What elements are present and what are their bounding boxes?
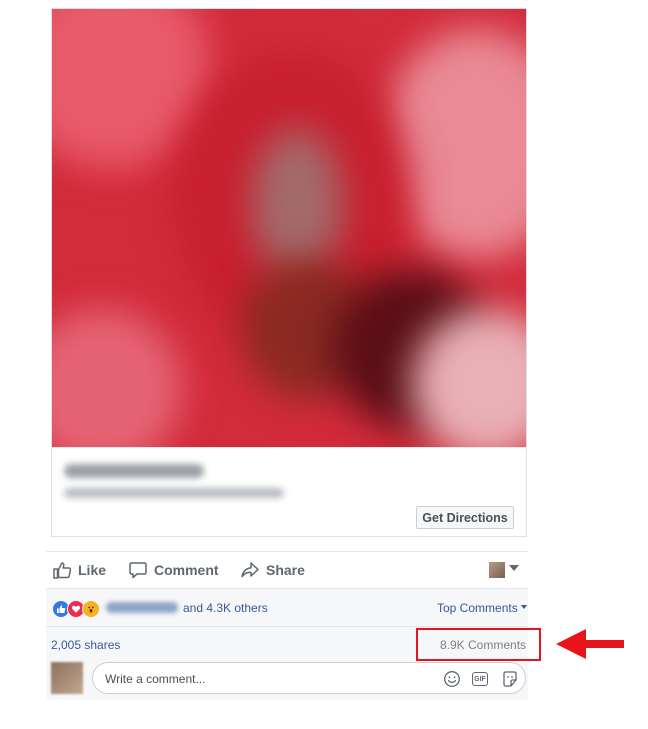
get-directions-button[interactable]: Get Directions [416, 506, 514, 529]
red-arrow-icon [556, 629, 624, 659]
caret-down-icon [520, 605, 527, 609]
comment-input[interactable] [103, 669, 427, 689]
blurred-link-title [64, 464, 204, 478]
shares-count-link[interactable]: 2,005 shares [51, 638, 120, 652]
link-card-footer: Get Directions [52, 447, 526, 537]
thumbs-up-icon [53, 562, 72, 579]
share-label: Share [266, 562, 305, 578]
comments-highlight-box [416, 628, 541, 661]
like-label: Like [78, 562, 107, 578]
link-preview-card[interactable]: Get Directions [51, 8, 527, 537]
like-button[interactable]: Like [52, 560, 106, 580]
share-arrow-icon [241, 562, 259, 578]
comment-composer: GIF [46, 661, 528, 700]
user-avatar [51, 662, 83, 694]
feed-post: Get Directions Like Comment Share and 4.… [46, 0, 538, 700]
caret-down-icon[interactable] [509, 565, 519, 571]
speech-bubble-icon [129, 562, 147, 579]
blurred-reactor-name[interactable] [106, 602, 178, 613]
blurred-link-subtitle [64, 488, 284, 498]
gif-icon[interactable]: GIF [472, 670, 490, 688]
page-avatar-selector[interactable] [489, 562, 505, 578]
reaction-icons[interactable] [52, 600, 100, 618]
sticker-icon[interactable] [501, 670, 519, 688]
top-comments-sort[interactable]: Top Comments [437, 601, 527, 615]
wow-reaction-icon[interactable] [82, 600, 100, 618]
share-button[interactable]: Share [240, 560, 305, 580]
top-comments-label: Top Comments [437, 601, 518, 615]
comment-box[interactable]: GIF [92, 662, 526, 694]
comment-button[interactable]: Comment [128, 560, 219, 580]
emoji-icon[interactable] [443, 670, 461, 688]
reactions-others-link[interactable]: and 4.3K others [183, 601, 268, 615]
reactions-summary: and 4.3K others Top Comments [46, 589, 528, 627]
post-action-bar: Like Comment Share [46, 551, 528, 589]
post-photo[interactable] [52, 9, 526, 447]
comment-label: Comment [154, 562, 219, 578]
